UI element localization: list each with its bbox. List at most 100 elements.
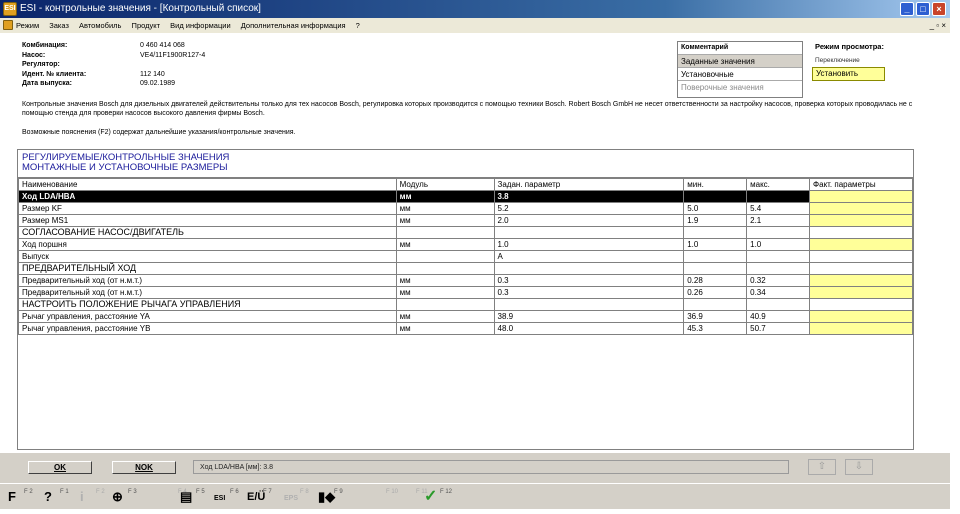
f-key-f2[interactable]: F F 2 (8, 487, 38, 507)
function-key-label: F 10 (386, 489, 399, 495)
cell-fact-input[interactable] (809, 214, 913, 227)
cell-unit: мм (395, 190, 495, 203)
comment-option-check-values[interactable]: Поверочные значения (678, 80, 802, 93)
minimize-button[interactable]: _ (900, 2, 914, 16)
status-field: Ход LDA/HBA [мм]: 3.8 (193, 460, 789, 474)
eu-icon[interactable]: E/Ü F 7 (247, 487, 277, 507)
values-table: Наименование Модуль Задан. параметр мин.… (18, 178, 913, 335)
pump-icon[interactable]: ▮◆ F 9 (318, 487, 348, 507)
cell-max (746, 250, 811, 263)
cell-unit: мм (395, 310, 495, 323)
table-row[interactable]: Размер KF мм 5.2 5.0 5.4 (18, 202, 913, 215)
cell-max: 0.32 (746, 274, 811, 287)
cell-unit: мм (395, 322, 495, 335)
set-button[interactable]: Установить (812, 67, 885, 81)
menu-bar: Режим Заказ Автомобиль Продукт Вид инфор… (0, 18, 950, 33)
pump-icon-glyph: ▮◆ (318, 489, 336, 504)
maximize-button[interactable]: □ (916, 2, 930, 16)
section-title: СОГЛАСОВАНИЕ НАСОС/ДВИГАТЕЛЬ (18, 226, 397, 239)
cell-unit: мм (395, 214, 495, 227)
column-header-target[interactable]: Задан. параметр (493, 178, 685, 191)
column-header-name[interactable]: Наименование (18, 178, 397, 191)
globe-icon[interactable]: ⊕ F 3 (112, 487, 142, 507)
close-button[interactable]: × (932, 2, 946, 16)
comment-option-target-values[interactable]: Заданные значения (678, 54, 802, 67)
info-row-pump: Насос: VE4/11F1900R127-4 (22, 51, 205, 61)
table-row[interactable]: Рычаг управления, расстояние YA мм 38.9 … (18, 310, 913, 323)
cell-max: 1.0 (746, 238, 811, 251)
cell-min: 1.0 (683, 238, 748, 251)
bottom-margin (0, 509, 960, 514)
cell-name: Предварительный ход (от н.м.т.) (18, 286, 397, 299)
esi-sheet-icon[interactable]: ESI F 6 (214, 487, 244, 507)
table-row[interactable]: Ход поршня мм 1.0 1.0 1.0 (18, 238, 913, 251)
window-title: ESI - контрольные значения - [Контрольны… (20, 3, 261, 14)
eps-icon: EPS F 8 (284, 487, 314, 507)
info-key: Насос: (22, 51, 46, 59)
right-margin (950, 0, 960, 514)
cell-max (746, 190, 811, 203)
column-header-unit[interactable]: Модуль (395, 178, 495, 191)
view-mode-switch-label: Переключение (815, 57, 860, 64)
printer-icon[interactable]: ▤ F 5 (180, 487, 210, 507)
scroll-up-arrow-icon[interactable]: ⇧ (808, 459, 836, 475)
menu-help[interactable]: ? (356, 18, 360, 33)
cell-fact-input[interactable] (809, 274, 913, 287)
cell-name: Размер MS1 (18, 214, 397, 227)
menu-vehicle[interactable]: Автомобиль (79, 18, 121, 33)
cell-fact-input[interactable] (809, 286, 913, 299)
column-header-fact[interactable]: Факт. параметры (809, 178, 913, 191)
hint-text: Возможные пояснения (F2) содержат дальне… (22, 129, 296, 136)
f-key-f2-icon: F (8, 489, 16, 504)
app-menu-icon[interactable] (3, 20, 13, 30)
menu-info-type[interactable]: Вид информации (170, 18, 231, 33)
function-key-toolbar: FF 2? F 1iF 2 ⊕ F 3F 4 ▤ F 5 ESI F 6 E/Ü F 7 EPS F … (0, 483, 950, 509)
comment-listbox: Комментарий Заданные значения Установочн… (677, 41, 803, 98)
cell-empty (493, 226, 685, 239)
info-key: Идент. № клиента: (22, 70, 87, 78)
menu-order[interactable]: Заказ (49, 18, 69, 33)
function-key-label: F 1 (60, 489, 69, 495)
scroll-down-arrow-icon[interactable]: ⇩ (845, 459, 873, 475)
cell-name: Размер KF (18, 202, 397, 215)
table-row[interactable]: Выпуск A (18, 250, 913, 263)
table-section-header: РЕГУЛИРУЕМЫЕ/КОНТРОЛЬНЫЕ ЗНАЧЕНИЯ МОНТАЖ… (18, 150, 913, 178)
cell-min (683, 250, 748, 263)
cell-min (683, 190, 748, 203)
function-key-label: F 6 (230, 489, 239, 495)
f10-key: F 10 (370, 487, 400, 507)
info-icon: i F 2 (80, 487, 110, 507)
cell-fact-input[interactable] (809, 310, 913, 323)
info-row-release-date: Дата выпуска: 09.02.1989 (22, 79, 205, 89)
table-row[interactable]: Предварительный ход (от н.м.т.) мм 0.3 0… (18, 286, 913, 299)
nok-button[interactable]: NOK (112, 461, 176, 474)
table-row[interactable]: Рычаг управления, расстояние YB мм 48.0 … (18, 322, 913, 335)
cell-fact-input[interactable] (809, 202, 913, 215)
ok-button[interactable]: OK (28, 461, 92, 474)
table-row[interactable]: Предварительный ход (от н.м.т.) мм 0.3 0… (18, 274, 913, 287)
help-icon[interactable]: ? F 1 (44, 487, 74, 507)
cell-fact-input[interactable] (809, 238, 913, 251)
mdi-window-controls[interactable]: _ ▫ × (930, 18, 946, 33)
function-key-label: F 3 (128, 489, 137, 495)
function-key-label: F 8 (300, 489, 309, 495)
table-row-selected[interactable]: Ход LDA/HBA мм 3.8 (18, 190, 913, 203)
cell-empty (746, 226, 811, 239)
cell-empty (493, 298, 685, 311)
table-row[interactable]: Размер MS1 мм 2.0 1.9 2.1 (18, 214, 913, 227)
menu-extra-info[interactable]: Дополнительная информация (241, 18, 346, 33)
globe-icon-glyph: ⊕ (112, 489, 123, 504)
bottom-bar: OK NOK Ход LDA/HBA [мм]: 3.8 ⇧ ⇩ (0, 453, 950, 483)
column-header-max[interactable]: макс. (746, 178, 811, 191)
cell-fact-input[interactable] (809, 190, 913, 203)
checkmark-icon[interactable]: ✓ F 12 (424, 487, 454, 507)
column-header-min[interactable]: мин. (683, 178, 748, 191)
table-section-row: СОГЛАСОВАНИЕ НАСОС/ДВИГАТЕЛЬ (18, 226, 913, 239)
content-area: Комбинация: 0 460 414 068 Насос: VE4/11F… (0, 33, 950, 453)
cell-fact-input[interactable] (809, 322, 913, 335)
cell-unit: мм (395, 238, 495, 251)
comment-option-setting[interactable]: Установочные (678, 67, 802, 80)
menu-product[interactable]: Продукт (132, 18, 161, 33)
cell-min: 1.9 (683, 214, 748, 227)
menu-mode[interactable]: Режим (16, 18, 39, 33)
